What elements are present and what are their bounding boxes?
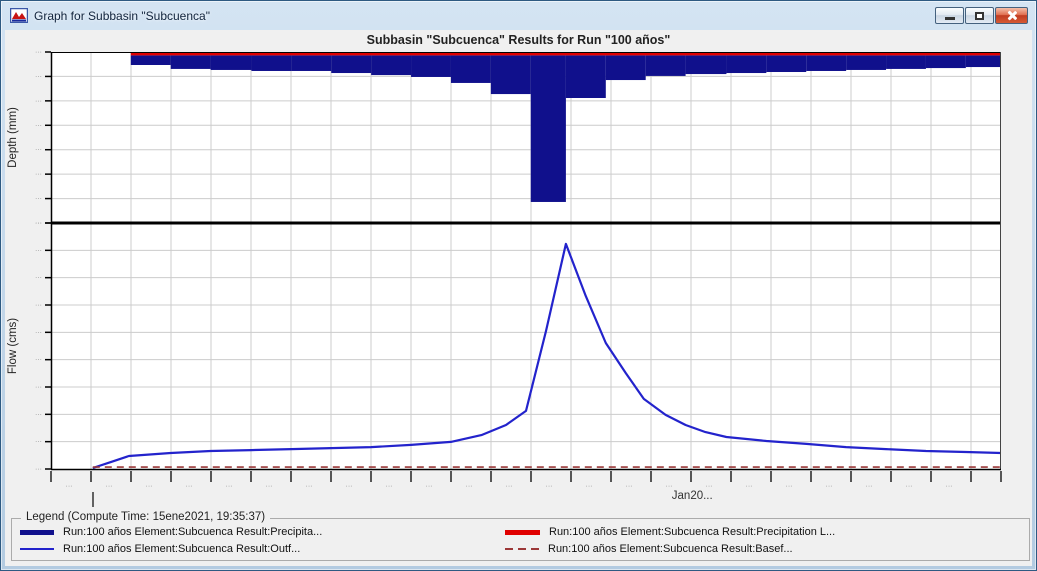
maximize-button[interactable]	[965, 7, 994, 24]
precipitation-bar	[686, 55, 727, 74]
time-tick-label: ···	[386, 483, 393, 490]
flow-axis-label: Flow (cms)	[7, 318, 19, 374]
precipitation-bar	[331, 55, 371, 73]
date-label: Jan20...	[672, 490, 713, 502]
titlebar[interactable]: Graph for Subbasin "Subcuenca"	[2, 2, 1035, 29]
precipitation-bar	[491, 55, 531, 94]
graph-panel: Subbasin "Subcuenca" Results for Run "10…	[5, 30, 1032, 566]
precipitation-bar	[411, 55, 451, 77]
flow-tick-label: ···	[35, 357, 42, 364]
precipitation-bar	[531, 55, 566, 202]
precipitation-loss-line	[131, 53, 1001, 56]
depth-tick-label: ···	[35, 122, 42, 129]
precipitation-swatch-icon	[20, 530, 54, 535]
flow-tick-label: ···	[35, 220, 42, 227]
depth-axis-label: Depth (mm)	[7, 107, 19, 168]
window-title: Graph for Subbasin "Subcuenca"	[34, 9, 210, 23]
legend-box: Legend (Compute Time: 15ene2021, 19:35:3…	[11, 518, 1030, 561]
window-controls	[935, 7, 1028, 24]
time-tick-label: ···	[66, 483, 73, 490]
app-window: Graph for Subbasin "Subcuenca" Subbasin …	[0, 0, 1037, 571]
close-icon	[1006, 10, 1017, 21]
depth-tick-label: ···	[35, 73, 42, 80]
precipitation-bar	[171, 55, 211, 69]
legend-entry-precipitation-loss: Run:100 años Element:Subcuenca Result:Pr…	[505, 526, 835, 538]
precipitation-bar	[131, 55, 171, 65]
precipitation-bar	[291, 55, 331, 71]
flow-tick-label: ···	[35, 466, 42, 473]
time-tick-label: ···	[186, 483, 193, 490]
time-tick-label: ···	[506, 483, 513, 490]
flow-tick-label: ···	[35, 329, 42, 336]
outflow-swatch-icon	[20, 548, 54, 550]
time-tick-label: ···	[626, 483, 633, 490]
flow-tick-label: ···	[35, 302, 42, 309]
baseflow-swatch-icon	[505, 548, 539, 550]
time-tick-label: ···	[466, 483, 473, 490]
time-tick-label: ···	[706, 483, 713, 490]
legend-label: Run:100 años Element:Subcuenca Result:Ba…	[548, 543, 793, 555]
legend-entry-baseflow: Run:100 años Element:Subcuenca Result:Ba…	[505, 543, 793, 555]
precipitation-bar	[566, 55, 606, 98]
precipitation-bar	[371, 55, 411, 75]
minimize-icon	[945, 17, 955, 20]
time-tick-label: ···	[906, 483, 913, 490]
precipitation-bar	[451, 55, 491, 83]
maximize-icon	[975, 12, 984, 20]
close-button[interactable]	[995, 7, 1028, 24]
results-chart: ··· ··· ··· ··· ··· ··· ··· ··· ··· ··· ··· ··· ··· ·…	[5, 30, 1034, 514]
depth-tick-label: ···	[35, 171, 42, 178]
precipitation-bar	[766, 55, 806, 72]
precipitation-bar	[966, 55, 1001, 67]
flow-tick-label: ···	[35, 384, 42, 391]
plot-divider	[51, 222, 1001, 225]
precipitation-bar	[606, 55, 646, 80]
flow-tick-label: ···	[35, 247, 42, 254]
precipitation-bar	[726, 55, 766, 73]
precipitation-bar	[846, 55, 886, 70]
time-tick-label: ···	[546, 483, 553, 490]
depth-tick-label: ···	[35, 196, 42, 203]
precipitation-bar	[251, 55, 291, 71]
flow-tick-label: ···	[35, 439, 42, 446]
precipitation-bar	[886, 55, 926, 69]
time-tick-label: ···	[266, 483, 273, 490]
depth-tick-label: ···	[35, 98, 42, 105]
precipitation-bar	[806, 55, 846, 71]
precipitation-bar	[926, 55, 966, 68]
legend-entry-precipitation: Run:100 años Element:Subcuenca Result:Pr…	[20, 526, 322, 538]
time-tick-label: ···	[346, 483, 353, 490]
time-tick-label: ···	[146, 483, 153, 490]
flow-plot-area	[51, 223, 1001, 469]
precipitation-bar	[646, 55, 686, 76]
legend-title: Legend (Compute Time: 15ene2021, 19:35:3…	[21, 511, 270, 523]
time-tick-label: ···	[586, 483, 593, 490]
depth-tick-label: ···	[35, 147, 42, 154]
minimize-button[interactable]	[935, 7, 964, 24]
flow-tick-label: ···	[35, 411, 42, 418]
legend-entry-outflow: Run:100 años Element:Subcuenca Result:Ou…	[20, 543, 300, 555]
time-tick-label: ···	[946, 483, 953, 490]
time-tick-label: ···	[746, 483, 753, 490]
time-tick-label: ···	[306, 483, 313, 490]
time-tick-label: ···	[786, 483, 793, 490]
time-tick-label: ···	[866, 483, 873, 490]
time-tick-label: ···	[226, 483, 233, 490]
precipitation-bar	[211, 55, 252, 70]
legend-label: Run:100 años Element:Subcuenca Result:Pr…	[63, 526, 322, 538]
flow-tick-label: ···	[35, 275, 42, 282]
time-tick-label: ···	[426, 483, 433, 490]
depth-tick-label: ···	[35, 49, 42, 56]
precipitation-loss-swatch-icon	[505, 530, 540, 535]
time-tick-label: ···	[106, 483, 113, 490]
legend-label: Run:100 años Element:Subcuenca Result:Ou…	[63, 543, 300, 555]
app-icon	[10, 8, 28, 23]
legend-label: Run:100 años Element:Subcuenca Result:Pr…	[549, 526, 835, 538]
time-tick-label: ···	[826, 483, 833, 490]
time-tick-label: ···	[666, 483, 673, 490]
